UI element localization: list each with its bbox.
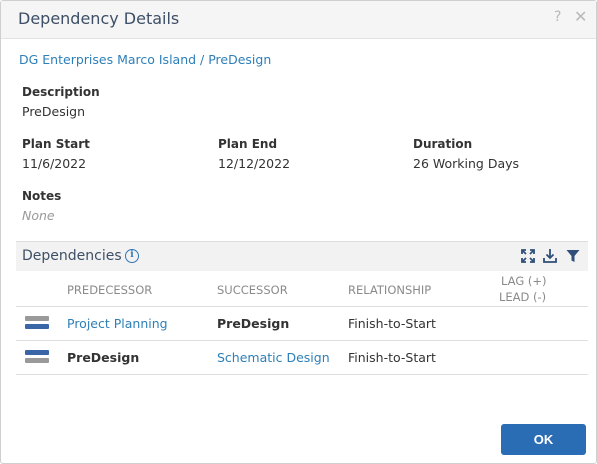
filter-icon[interactable] (565, 248, 581, 264)
dependency-gantt-icon[interactable] (25, 349, 49, 365)
duration-label: Duration (413, 137, 473, 151)
description-label: Description (22, 85, 100, 99)
row1-relationship: Finish-to-Start (348, 316, 436, 331)
row1-predecessor-link[interactable]: Project Planning (67, 316, 168, 331)
dialog-header: Dependency Details ? ✕ (1, 1, 596, 39)
dependencies-title: Dependencies (22, 248, 122, 264)
expand-icon[interactable] (520, 248, 536, 264)
dependency-gantt-icon[interactable] (25, 315, 49, 331)
notes-label: Notes (22, 189, 62, 203)
close-icon[interactable]: ✕ (574, 8, 587, 26)
row2-successor-link[interactable]: Schematic Design (217, 350, 330, 365)
col-successor: SUCCESSOR (217, 283, 288, 297)
row2-relationship: Finish-to-Start (348, 350, 436, 365)
col-lag-line1: LAG (+) (501, 274, 547, 288)
download-icon[interactable] (542, 248, 558, 264)
dependency-details-dialog: Dependency Details ? ✕ DG Enterprises Ma… (0, 0, 597, 464)
col-lag-line2: LEAD (-) (499, 290, 547, 304)
col-relationship: RELATIONSHIP (348, 283, 432, 297)
divider (16, 306, 588, 307)
dependencies-header: Dependencies i (16, 241, 588, 271)
row2-predecessor: PreDesign (67, 350, 140, 365)
help-icon[interactable]: ? (554, 8, 561, 26)
info-icon[interactable]: i (125, 249, 139, 263)
notes-value: None (22, 208, 55, 223)
ok-button[interactable]: OK (501, 424, 586, 455)
divider (16, 374, 588, 375)
divider (16, 340, 588, 341)
description-value: PreDesign (22, 104, 86, 119)
breadcrumb[interactable]: DG Enterprises Marco Island / PreDesign (19, 52, 271, 67)
dialog-title: Dependency Details (18, 9, 180, 28)
duration-value: 26 Working Days (413, 156, 520, 171)
plan-end-value: 12/12/2022 (218, 156, 291, 171)
plan-start-label: Plan Start (22, 137, 90, 151)
plan-end-label: Plan End (218, 137, 278, 151)
col-predecessor: PREDECESSOR (67, 283, 153, 297)
row1-successor: PreDesign (217, 316, 290, 331)
plan-start-value: 11/6/2022 (22, 156, 87, 171)
